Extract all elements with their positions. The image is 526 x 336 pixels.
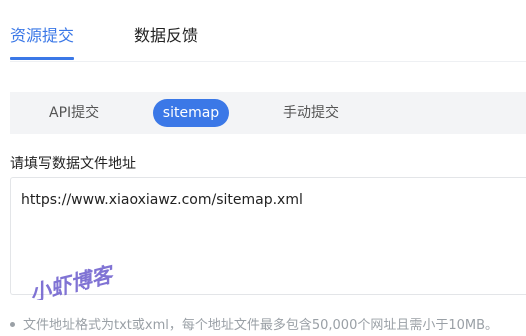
subtab-manual-submit[interactable]: 手动提交: [283, 99, 339, 127]
tab-resource-submit[interactable]: 资源提交: [10, 25, 74, 47]
data-file-url-label: 请填写数据文件地址: [10, 156, 136, 172]
submit-method-tabs: API提交 sitemap 手动提交: [10, 92, 526, 134]
subtab-api-submit[interactable]: API提交: [49, 99, 99, 127]
tab-data-feedback[interactable]: 数据反馈: [134, 25, 198, 47]
watermark-text: 小虾博客: [27, 262, 117, 300]
format-hint-text: 文件地址格式为txt或xml，每个地址文件最多包含50,000个网址且需小于10…: [23, 318, 499, 333]
active-tab-indicator: [10, 57, 74, 60]
top-tab-bar: 资源提交 数据反馈: [10, 0, 526, 62]
sitemap-url-value: https://www.xiaoxiawz.com/sitemap.xml: [21, 192, 303, 208]
format-hint: 文件地址格式为txt或xml，每个地址文件最多包含50,000个网址且需小于10…: [10, 317, 498, 335]
subtab-sitemap[interactable]: sitemap: [153, 99, 229, 127]
watermark-logo: 小虾博客: [27, 262, 117, 300]
bullet-dot-icon: [10, 322, 15, 327]
